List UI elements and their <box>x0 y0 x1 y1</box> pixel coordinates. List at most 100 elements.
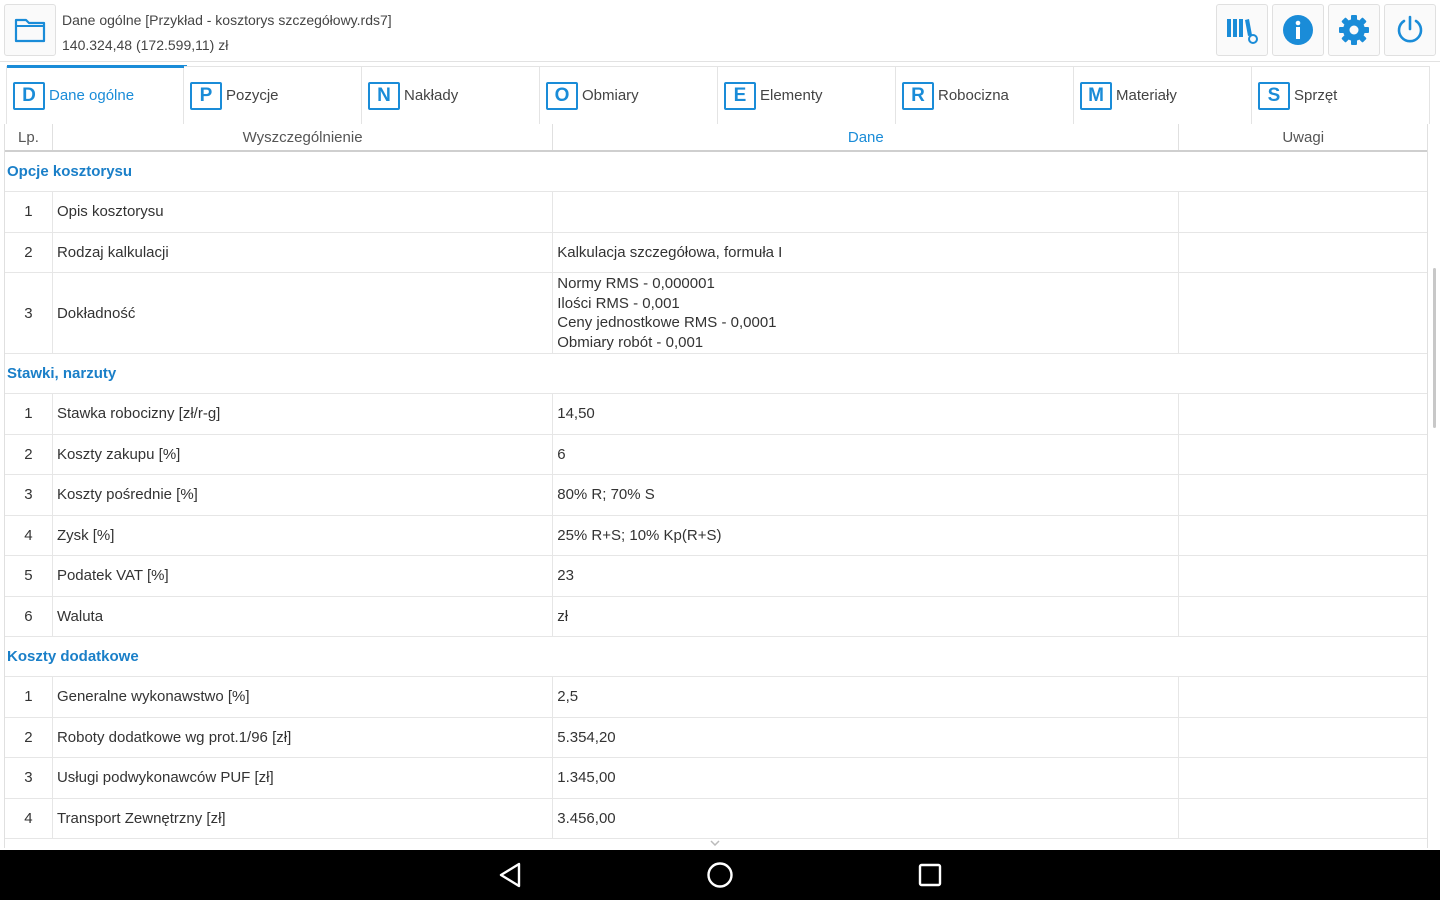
row-notes[interactable] <box>1179 718 1427 758</box>
tab-key-badge: N <box>368 81 400 110</box>
tab-obmiary[interactable]: O Obmiary <box>540 66 718 124</box>
tab-naklady[interactable]: N Nakłady <box>362 66 540 124</box>
row-notes[interactable] <box>1179 475 1427 515</box>
row-description: Zysk [%] <box>53 515 554 555</box>
table-row[interactable]: 2 Roboty dodatkowe wg prot.1/96 [zł] 5.3… <box>5 717 1427 758</box>
row-notes[interactable] <box>1179 233 1427 273</box>
tab-elementy[interactable]: E Elementy <box>718 66 896 124</box>
row-description: Roboty dodatkowe wg prot.1/96 [zł] <box>53 717 554 757</box>
row-data[interactable]: Normy RMS - 0,000001 Ilości RMS - 0,001 … <box>553 273 1180 353</box>
column-header-lp[interactable]: Lp. <box>5 124 53 150</box>
table-row[interactable]: 2 Rodzaj kalkulacji Kalkulacja szczegóło… <box>5 232 1427 273</box>
table-row[interactable]: 1 Opis kosztorysu <box>5 192 1427 233</box>
row-notes[interactable] <box>1179 597 1427 637</box>
row-notes[interactable] <box>1179 758 1427 798</box>
table-row[interactable]: 3 Koszty pośrednie [%] 80% R; 70% S <box>5 475 1427 516</box>
tab-sprzet[interactable]: S Sprzęt <box>1252 66 1430 124</box>
row-notes[interactable] <box>1179 677 1427 717</box>
nav-recents-button[interactable] <box>915 860 945 890</box>
table-row[interactable]: 3 Usługi podwykonawców PUF [zł] 1.345,00 <box>5 758 1427 799</box>
table-row[interactable]: 1 Generalne wykonawstwo [%] 2,5 <box>5 677 1427 718</box>
tab-key-badge: E <box>724 81 756 110</box>
document-total: 140.324,48 (172.599,11) zł <box>62 37 229 53</box>
tab-materialy[interactable]: M Materiały <box>1074 66 1252 124</box>
row-notes[interactable] <box>1179 556 1427 596</box>
row-data[interactable]: 1.345,00 <box>553 758 1180 798</box>
row-data[interactable]: Kalkulacja szczegółowa, formuła I <box>553 232 1180 272</box>
column-header-data[interactable]: Dane <box>553 124 1180 150</box>
tab-label: Elementy <box>760 87 823 104</box>
column-header-notes[interactable]: Uwagi <box>1179 124 1427 150</box>
tab-label: Dane ogólne <box>49 87 135 104</box>
row-number: 4 <box>5 798 53 838</box>
system-navigation-bar <box>0 850 1440 900</box>
tab-key-badge: M <box>1080 81 1112 110</box>
table-row[interactable]: 5 Podatek VAT [%] 23 <box>5 556 1427 597</box>
row-description: Opis kosztorysu <box>53 192 554 232</box>
table-row[interactable]: 2 Koszty zakupu [%] 6 <box>5 434 1427 475</box>
table-row[interactable]: 4 Zysk [%] 25% R+S; 10% Kp(R+S) <box>5 515 1427 556</box>
table-row[interactable]: 6 Waluta zł <box>5 596 1427 637</box>
tab-label: Pozycje <box>226 87 279 104</box>
info-button[interactable] <box>1272 4 1324 56</box>
precision-line: Normy RMS - 0,000001 <box>557 275 715 292</box>
section-header[interactable]: Opcje kosztorysu <box>5 152 1427 192</box>
row-number: 2 <box>5 717 53 757</box>
row-notes[interactable] <box>1179 192 1427 232</box>
nav-home-button[interactable] <box>705 860 735 890</box>
back-icon <box>499 862 521 888</box>
row-notes[interactable] <box>1179 435 1427 475</box>
row-notes[interactable] <box>1179 394 1427 434</box>
table-row[interactable]: 3 Dokładność Normy RMS - 0,000001 Ilości… <box>5 273 1427 354</box>
row-notes[interactable] <box>1179 516 1427 556</box>
tab-pozycje[interactable]: P Pozycje <box>184 66 362 124</box>
row-number: 1 <box>5 394 53 434</box>
open-file-button[interactable] <box>4 4 56 56</box>
row-data[interactable]: 23 <box>553 556 1180 596</box>
tab-key-badge: S <box>1258 81 1290 110</box>
row-data[interactable]: 5.354,20 <box>553 717 1180 757</box>
folder-icon <box>14 18 46 43</box>
tab-label: Obmiary <box>582 87 639 104</box>
library-settings-icon <box>1227 19 1258 44</box>
row-data[interactable]: 80% R; 70% S <box>553 475 1180 515</box>
section-header[interactable]: Stawki, narzuty <box>5 354 1427 394</box>
gear-icon <box>1339 15 1369 45</box>
row-description: Waluta <box>53 596 554 636</box>
row-data[interactable]: 6 <box>553 434 1180 474</box>
tab-dane-ogolne[interactable]: D Dane ogólne <box>6 65 187 124</box>
row-number: 3 <box>5 475 53 515</box>
row-description: Koszty zakupu [%] <box>53 434 554 474</box>
home-icon <box>707 862 733 888</box>
row-description: Transport Zewnętrzny [zł] <box>53 798 554 838</box>
general-data-table[interactable]: Lp. Wyszczególnienie Dane Uwagi Opcje ko… <box>4 124 1428 848</box>
row-notes[interactable] <box>1179 273 1427 353</box>
row-notes[interactable] <box>1179 799 1427 839</box>
library-button[interactable] <box>1216 4 1268 56</box>
vertical-scrollbar[interactable] <box>1433 268 1436 428</box>
row-number: 2 <box>5 434 53 474</box>
app-header: Dane ogólne [Przykład - kosztorys szczeg… <box>0 0 1440 62</box>
row-number: 1 <box>5 192 53 232</box>
row-data[interactable]: 14,50 <box>553 394 1180 434</box>
row-description: Rodzaj kalkulacji <box>53 232 554 272</box>
row-data[interactable]: 3.456,00 <box>553 798 1180 838</box>
row-data[interactable]: 2,5 <box>553 677 1180 717</box>
column-header-description[interactable]: Wyszczególnienie <box>53 124 554 150</box>
row-number: 5 <box>5 556 53 596</box>
tab-robocizna[interactable]: R Robocizna <box>896 66 1074 124</box>
power-button[interactable] <box>1384 4 1436 56</box>
row-data[interactable] <box>553 192 1180 232</box>
precision-line: Ilości RMS - 0,001 <box>557 294 680 312</box>
row-data[interactable]: 25% R+S; 10% Kp(R+S) <box>553 515 1180 555</box>
settings-button[interactable] <box>1328 4 1380 56</box>
row-data[interactable]: zł <box>553 596 1180 636</box>
row-description: Usługi podwykonawców PUF [zł] <box>53 758 554 798</box>
table-row[interactable]: 1 Stawka robocizny [zł/r-g] 14,50 <box>5 394 1427 435</box>
recents-icon <box>918 863 942 887</box>
tab-bar: D Dane ogólne P Pozycje N Nakłady O Obmi… <box>6 65 1430 124</box>
table-row[interactable]: 4 Transport Zewnętrzny [zł] 3.456,00 <box>5 798 1427 839</box>
row-description: Stawka robocizny [zł/r-g] <box>53 394 554 434</box>
nav-back-button[interactable] <box>495 860 525 890</box>
section-header[interactable]: Koszty dodatkowe <box>5 637 1427 677</box>
